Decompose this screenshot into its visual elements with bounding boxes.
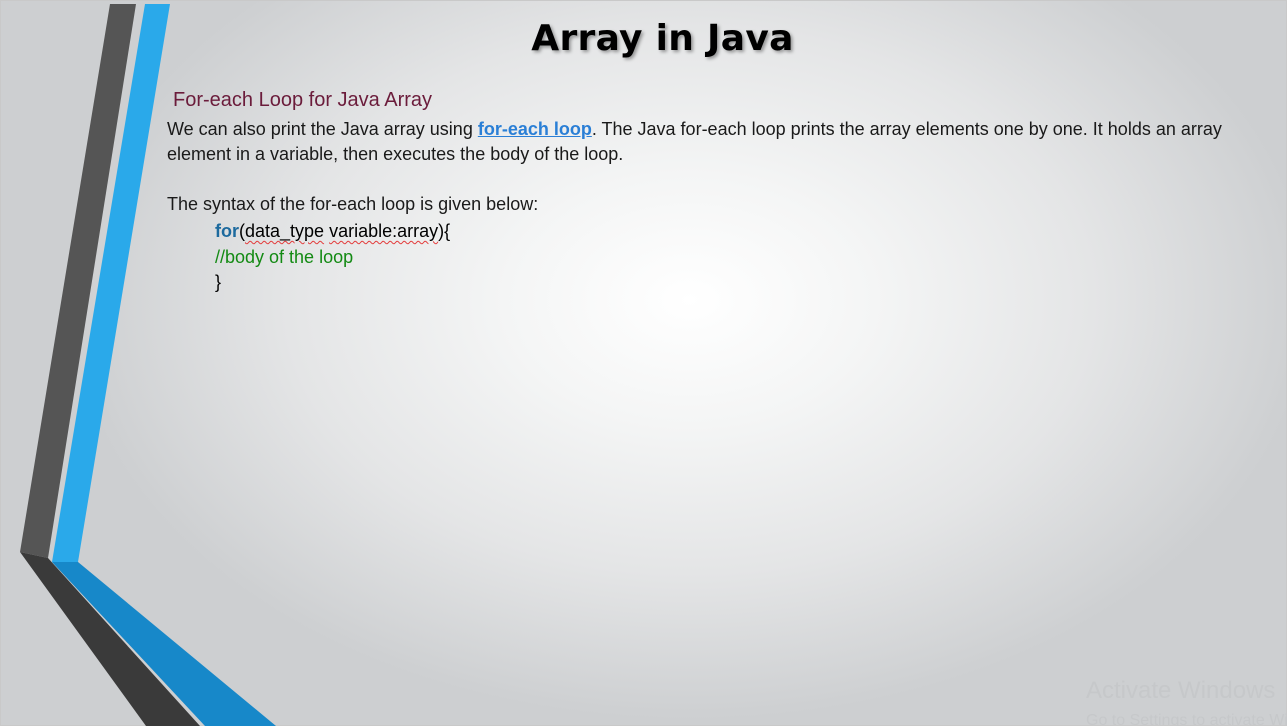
- slide: Array in Java For-each Loop for Java Arr…: [0, 0, 1287, 726]
- syntax-intro: The syntax of the for-each loop is given…: [167, 194, 539, 214]
- for-each-loop-link[interactable]: for-each loop: [478, 119, 592, 139]
- paragraph-text-before: We can also print the Java array using: [167, 119, 478, 139]
- intro-paragraph: We can also print the Java array using f…: [167, 117, 1267, 167]
- code-line-1: for(data_type variable:array){: [215, 219, 450, 244]
- code-comment-line: //body of the loop: [215, 247, 354, 267]
- code-data-type: data_type: [245, 221, 325, 241]
- watermark-subtitle: Go to Settings to activate Windows.: [1086, 712, 1287, 726]
- code-keyword: for: [215, 221, 239, 241]
- dark-stripe-lower: [20, 552, 200, 726]
- watermark-title: Activate Windows: [1086, 677, 1276, 704]
- section-subtitle: For-each Loop for Java Array: [173, 89, 433, 111]
- activate-windows-watermark: Activate Windows Go to Settings to activ…: [1086, 676, 1287, 726]
- slide-title: Array in Java: [531, 18, 794, 59]
- code-close-brace: ){: [438, 221, 451, 241]
- code-variable-array: variable:array: [329, 221, 439, 241]
- code-closing-brace: }: [215, 272, 222, 292]
